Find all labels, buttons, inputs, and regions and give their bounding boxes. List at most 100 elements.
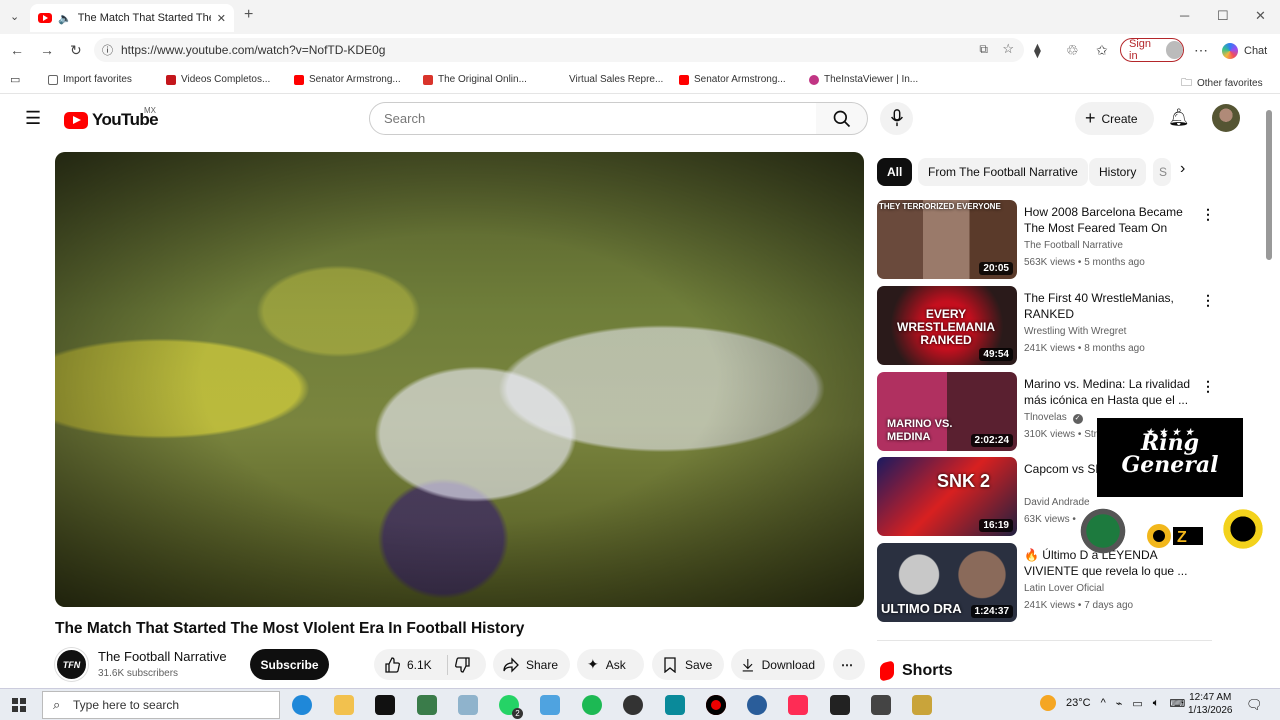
weather-icon[interactable] xyxy=(1040,695,1056,711)
sign-in-button[interactable]: Sign in xyxy=(1120,38,1184,62)
favorite-item[interactable]: Videos Completos... xyxy=(166,74,270,85)
favorite-item[interactable]: Import favorites xyxy=(48,74,132,85)
recommendation-title[interactable]: How 2008 Barcelona Became The Most Feare… xyxy=(1024,204,1199,236)
user-avatar[interactable] xyxy=(1212,104,1240,132)
notifications-icon[interactable]: 🗨 xyxy=(1246,697,1263,713)
whatsapp-icon[interactable]: 2 xyxy=(499,695,523,719)
refresh-icon[interactable]: ↻ xyxy=(70,42,82,59)
tab-actions-icon[interactable]: ⌄ xyxy=(10,10,19,23)
notifications-bell-icon[interactable]: 🔔︎ xyxy=(1168,108,1190,128)
recommendation-channel[interactable]: Tlnovelas ✓ xyxy=(1024,412,1083,424)
video-thumbnail[interactable]: SNK 2 16:19 xyxy=(877,457,1017,536)
temperature[interactable]: 23°C xyxy=(1066,697,1091,709)
network-icon[interactable]: ▭ xyxy=(1132,697,1142,710)
channel-avatar[interactable]: TFN xyxy=(55,648,88,681)
more-menu-icon[interactable]: ⋯ xyxy=(1194,42,1208,59)
minimize-icon[interactable]: ─ xyxy=(1180,8,1189,23)
new-tab-icon[interactable]: + xyxy=(244,6,253,24)
page-scrollbar[interactable] xyxy=(1266,110,1272,260)
language-icon[interactable]: ⌨ xyxy=(1169,697,1185,710)
favorite-item[interactable]: Senator Armstrong... xyxy=(679,74,786,85)
recommendation-channel[interactable]: David Andrade xyxy=(1024,497,1090,508)
channel-name[interactable]: The Football Narrative xyxy=(98,649,227,664)
app-icon[interactable] xyxy=(747,695,767,715)
search-button[interactable] xyxy=(816,102,868,135)
app-icon[interactable] xyxy=(871,695,891,715)
recommendation-channel[interactable]: Wrestling With Wregret xyxy=(1024,326,1126,337)
app-available-icon[interactable]: ⧉ xyxy=(979,42,988,57)
windows-start-icon[interactable] xyxy=(12,698,26,712)
app-icon[interactable] xyxy=(458,695,478,715)
kebab-menu-icon[interactable]: ⋮ xyxy=(1201,292,1215,309)
speaker-icon[interactable]: 🔈 xyxy=(58,12,72,25)
create-button[interactable]: + Create xyxy=(1075,102,1154,135)
download-button[interactable]: Download xyxy=(731,649,825,680)
chip-from-channel[interactable]: From The Football Narrative xyxy=(918,158,1088,186)
search-input[interactable]: Search xyxy=(369,102,817,135)
like-count[interactable]: 6.1K xyxy=(407,658,432,672)
save-button[interactable]: Save xyxy=(652,649,724,680)
kebab-menu-icon[interactable]: ⋮ xyxy=(1201,378,1215,395)
favorite-item[interactable]: The Original Onlin... xyxy=(423,74,527,85)
app-icon[interactable] xyxy=(912,695,932,715)
recommendation-title[interactable]: The First 40 WrestleManias, RANKED xyxy=(1024,290,1199,322)
chevron-up-icon[interactable]: ^ xyxy=(1101,697,1106,709)
recommendation-title[interactable]: Marino vs. Medina: La rivalidad más icón… xyxy=(1024,376,1199,408)
copilot-chat-button[interactable]: Chat xyxy=(1222,43,1267,59)
recommendation-item[interactable]: ULTIMO DRA 1:24:37 🔥 Último D a LEYENDA … xyxy=(877,543,1217,623)
chip-more[interactable]: S xyxy=(1153,158,1171,186)
usb-icon[interactable]: ⌁ xyxy=(1116,697,1123,710)
app-icon[interactable] xyxy=(623,695,643,715)
share-button[interactable]: Share xyxy=(493,649,570,680)
app-icon[interactable] xyxy=(665,695,685,715)
favorites-icon[interactable]: ✩ xyxy=(1096,42,1108,59)
favorite-item[interactable]: Virtual Sales Repre... xyxy=(554,74,663,85)
spotify-icon[interactable] xyxy=(582,695,602,715)
url-field[interactable]: ⓘ https://www.youtube.com/watch?v=NofTD-… xyxy=(94,38,1024,62)
back-icon[interactable]: ← xyxy=(10,42,24,58)
ask-button[interactable]: ✦ Ask xyxy=(577,649,644,680)
favorites-menu-icon[interactable]: ▭ xyxy=(10,73,20,86)
more-actions-button[interactable]: ⋯ xyxy=(833,649,865,680)
maximize-icon[interactable]: ☐ xyxy=(1217,8,1229,24)
subscribe-button[interactable]: Subscribe xyxy=(250,649,329,680)
forward-icon[interactable]: → xyxy=(40,42,54,58)
other-favorites[interactable]: 🗀 Other favorites xyxy=(1181,74,1263,93)
thumbs-down-icon[interactable] xyxy=(454,656,471,673)
kebab-menu-icon[interactable]: ⋮ xyxy=(1201,206,1215,223)
video-thumbnail[interactable]: ULTIMO DRA 1:24:37 xyxy=(877,543,1017,622)
clock[interactable]: 12:47 AM 1/13/2026 xyxy=(1188,691,1233,717)
video-thumbnail[interactable]: MARINO VS. MEDINA 2:02:24 xyxy=(877,372,1017,451)
video-thumbnail[interactable]: THEY TERRORIZED EVERYONE 20:05 xyxy=(877,200,1017,279)
favorite-item[interactable]: Senator Armstrong... xyxy=(294,74,401,85)
tiktok-icon[interactable] xyxy=(788,695,808,715)
chip-history[interactable]: History xyxy=(1089,158,1147,186)
hamburger-menu-icon[interactable]: ☰ xyxy=(25,108,41,129)
thumbs-up-icon[interactable] xyxy=(384,656,400,673)
chevron-right-icon[interactable]: › xyxy=(1180,160,1185,178)
window-close-icon[interactable]: ✕ xyxy=(1255,8,1266,24)
recommendation-item[interactable]: EVERY WRESTLEMANIA RANKED 49:54 The Firs… xyxy=(877,286,1217,366)
taskbar-search[interactable]: ⌕ Type here to search xyxy=(42,691,280,719)
favorite-star-icon[interactable]: ☆ xyxy=(1002,41,1014,57)
audio-app-icon[interactable] xyxy=(830,695,850,715)
recommendation-channel[interactable]: The Football Narrative xyxy=(1024,240,1123,251)
video-thumbnail[interactable]: EVERY WRESTLEMANIA RANKED 49:54 xyxy=(877,286,1017,365)
app-icon[interactable] xyxy=(540,695,560,715)
browser-tab[interactable]: 🔈 The Match That Started The M ✕ xyxy=(30,4,234,32)
video-player[interactable] xyxy=(55,152,864,607)
edge-browser-icon[interactable] xyxy=(292,695,312,715)
close-tab-icon[interactable]: ✕ xyxy=(217,12,226,25)
file-explorer-icon[interactable] xyxy=(334,695,354,715)
chip-all[interactable]: All xyxy=(877,158,913,186)
volume-icon[interactable]: 🔈︎ xyxy=(1153,697,1160,710)
recommendation-channel[interactable]: Latin Lover Oficial xyxy=(1024,583,1104,594)
favorite-item[interactable]: TheInstaViewer | In... xyxy=(809,74,918,85)
app-icon[interactable] xyxy=(417,695,437,715)
site-info-icon[interactable]: ⓘ xyxy=(102,42,113,58)
browser-essentials-icon[interactable]: ♲ xyxy=(1066,42,1079,59)
record-icon[interactable] xyxy=(706,695,726,715)
epic-games-icon[interactable] xyxy=(375,695,395,715)
voice-search-button[interactable] xyxy=(880,102,913,135)
recommendation-item[interactable]: THEY TERRORIZED EVERYONE 20:05 How 2008 … xyxy=(877,200,1217,280)
